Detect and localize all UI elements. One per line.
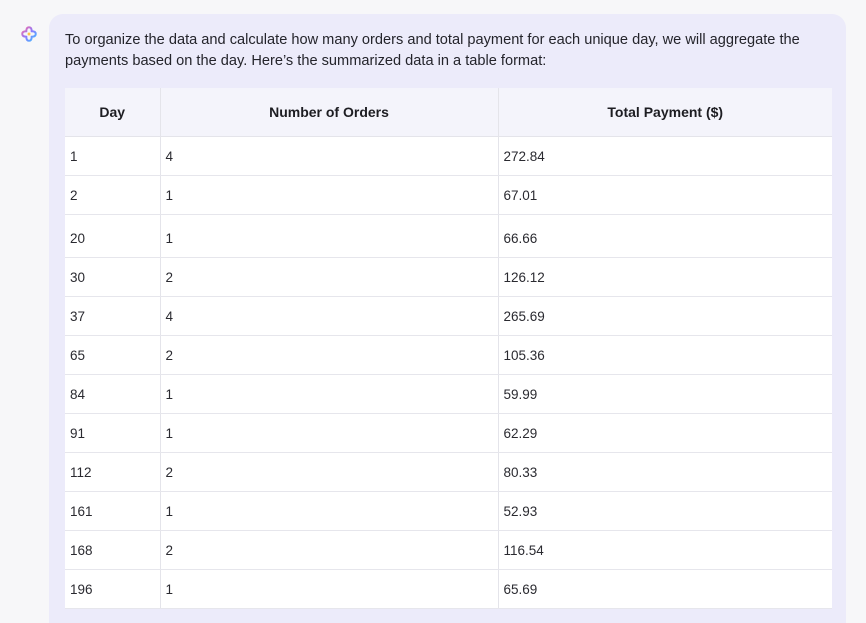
table-header-row: Day Number of Orders Total Payment ($): [65, 88, 832, 137]
table-row: 2 1 67.01: [65, 175, 832, 215]
table-row: 1 4 272.84: [65, 136, 832, 176]
cell-payment: 116.54: [498, 530, 832, 570]
cell-orders: 4: [160, 136, 499, 176]
cell-orders: 1: [160, 569, 499, 609]
cell-orders: 2: [160, 452, 499, 492]
cell-orders: 1: [160, 491, 499, 531]
cell-orders: 1: [160, 214, 499, 258]
assistant-message-bubble: To organize the data and calculate how m…: [49, 14, 846, 623]
header-day: Day: [65, 88, 161, 137]
assistant-logo-icon: [21, 26, 37, 42]
table-row: 84 1 59.99: [65, 374, 832, 414]
cell-payment: 126.12: [498, 257, 832, 297]
cell-payment: 59.99: [498, 374, 832, 414]
cell-orders: 2: [160, 257, 499, 297]
cell-day: 91: [65, 413, 161, 453]
table-row: 91 1 62.29: [65, 413, 832, 453]
cell-payment: 65.69: [498, 569, 832, 609]
cell-day: 1: [65, 136, 161, 176]
cell-day: 161: [65, 491, 161, 531]
cell-orders: 1: [160, 413, 499, 453]
cell-day: 84: [65, 374, 161, 414]
table-row: 168 2 116.54: [65, 530, 832, 570]
message-intro-text: To organize the data and calculate how m…: [65, 32, 800, 69]
cell-payment: 105.36: [498, 335, 832, 375]
cell-orders: 1: [160, 175, 499, 215]
cell-payment: 62.29: [498, 413, 832, 453]
cell-payment: 272.84: [498, 136, 832, 176]
cell-orders: 2: [160, 530, 499, 570]
cell-orders: 2: [160, 335, 499, 375]
cell-day: 2: [65, 175, 161, 215]
header-number-of-orders: Number of Orders: [160, 88, 499, 137]
cell-day: 168: [65, 530, 161, 570]
cell-orders: 1: [160, 374, 499, 414]
chat-page: To organize the data and calculate how m…: [0, 0, 866, 623]
cell-payment: 66.66: [498, 214, 832, 258]
header-total-payment: Total Payment ($): [498, 88, 832, 137]
table-row: 37 4 265.69: [65, 296, 832, 336]
cell-payment: 67.01: [498, 175, 832, 215]
table-row: 30 2 126.12: [65, 257, 832, 297]
summary-table: Day Number of Orders Total Payment ($) 1…: [65, 88, 832, 609]
cell-day: 30: [65, 257, 161, 297]
table-row: 112 2 80.33: [65, 452, 832, 492]
cell-day: 196: [65, 569, 161, 609]
cell-day: 20: [65, 214, 161, 258]
cell-day: 37: [65, 296, 161, 336]
table-row: 65 2 105.36: [65, 335, 832, 375]
cell-day: 65: [65, 335, 161, 375]
cell-day: 112: [65, 452, 161, 492]
cell-payment: 80.33: [498, 452, 832, 492]
table-row: 161 1 52.93: [65, 491, 832, 531]
cell-payment: 265.69: [498, 296, 832, 336]
cell-orders: 4: [160, 296, 499, 336]
table-row: 196 1 65.69: [65, 569, 832, 609]
table-row: 20 1 66.66: [65, 214, 832, 258]
cell-payment: 52.93: [498, 491, 832, 531]
